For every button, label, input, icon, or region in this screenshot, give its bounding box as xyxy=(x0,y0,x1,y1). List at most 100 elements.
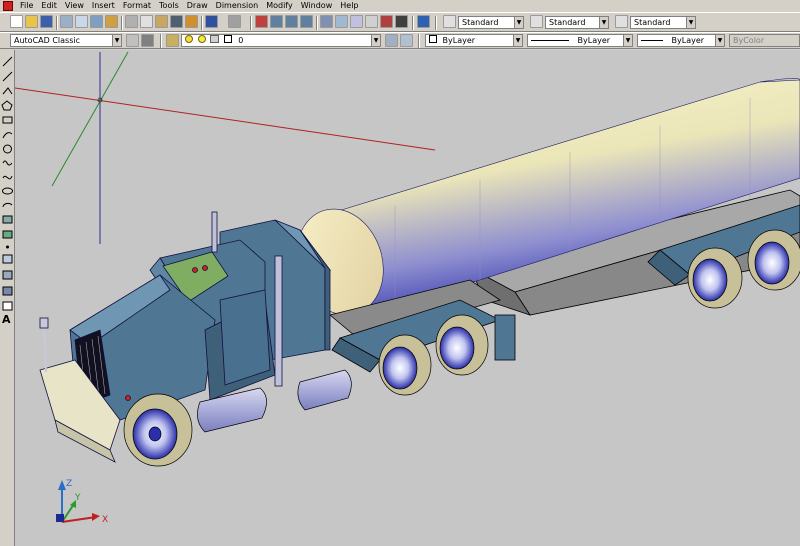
chevron-down-icon[interactable]: ▼ xyxy=(371,35,380,46)
toolbar-separator xyxy=(412,16,414,30)
properties-icon[interactable] xyxy=(320,15,333,28)
sheet-set-manager-icon[interactable] xyxy=(365,15,378,28)
lineweight-select[interactable]: ByLayer ▼ xyxy=(637,34,725,47)
current-layer-value: 0 xyxy=(238,36,244,45)
region-icon xyxy=(2,286,13,296)
menu-edit[interactable]: Edit xyxy=(37,0,61,12)
line-icon xyxy=(2,56,13,67)
multiline-text-icon[interactable]: A xyxy=(2,314,13,325)
workspace-settings-icon[interactable] xyxy=(126,34,139,47)
polygon-icon xyxy=(1,100,13,111)
draw-toolbar: A xyxy=(0,50,15,546)
drawing-viewport[interactable]: Z X Y xyxy=(15,50,800,546)
chevron-down-icon[interactable]: ▼ xyxy=(623,35,632,46)
layer-manager-icon[interactable] xyxy=(166,34,179,47)
cut-icon[interactable] xyxy=(125,15,138,28)
layer-on-icon xyxy=(185,35,193,43)
menu-format[interactable]: Format xyxy=(119,0,155,12)
chevron-down-icon[interactable]: ▼ xyxy=(715,35,724,46)
menu-draw[interactable]: Draw xyxy=(183,0,212,12)
dimension-style-icon[interactable] xyxy=(530,15,543,28)
undo-icon[interactable] xyxy=(205,15,218,28)
zoom-window-icon[interactable] xyxy=(285,15,298,28)
construction-line-icon xyxy=(2,71,13,82)
block-editor-icon[interactable] xyxy=(185,15,198,28)
text-style-icon[interactable] xyxy=(443,15,456,28)
chevron-down-icon[interactable]: ▼ xyxy=(686,17,695,28)
plot-preview-icon[interactable] xyxy=(75,15,88,28)
ellipse-arc-icon xyxy=(2,202,13,208)
standard-toolbar: Standard ▼ Standard ▼ Standard ▼ xyxy=(0,12,800,32)
toolbar-separator xyxy=(201,16,203,30)
layer-lock-icon xyxy=(210,35,220,43)
menu-dimension[interactable]: Dimension xyxy=(212,0,263,12)
toolbar-separator xyxy=(316,16,318,30)
open-folder-icon[interactable] xyxy=(25,15,38,28)
table-icon xyxy=(2,301,13,311)
copy-icon[interactable] xyxy=(140,15,153,28)
publish-icon[interactable] xyxy=(90,15,103,28)
toolbar-separator xyxy=(56,16,58,30)
workspace-select[interactable]: AutoCAD Classic ▼ xyxy=(10,34,122,47)
spline-icon xyxy=(2,175,13,180)
model-space-drawing: Z X Y xyxy=(15,51,800,525)
dimension-style-select[interactable]: Standard ▼ xyxy=(545,16,609,29)
chevron-down-icon[interactable]: ▼ xyxy=(112,35,121,46)
new-file-icon[interactable] xyxy=(10,15,23,28)
layer-previous-icon[interactable] xyxy=(400,34,413,47)
paste-icon[interactable] xyxy=(155,15,168,28)
autocad-app-icon[interactable] xyxy=(3,1,13,11)
help-icon[interactable] xyxy=(417,15,430,28)
ucs-icon: Z X Y xyxy=(56,479,108,525)
3d-dwf-icon[interactable] xyxy=(105,15,118,28)
redo-icon[interactable] xyxy=(228,15,241,28)
chevron-down-icon[interactable]: ▼ xyxy=(514,17,523,28)
save-icon[interactable] xyxy=(40,15,53,28)
chevron-down-icon[interactable]: ▼ xyxy=(599,17,608,28)
ucs-x-label: X xyxy=(102,515,108,525)
text-style-select[interactable]: Standard ▼ xyxy=(458,16,524,29)
arc-icon xyxy=(2,132,13,139)
table-style-select[interactable]: Standard ▼ xyxy=(630,16,696,29)
menu-insert[interactable]: Insert xyxy=(88,0,119,12)
plotstyle-select: ByColor xyxy=(729,34,800,47)
my-workspace-icon[interactable] xyxy=(141,34,154,47)
workspace-value: AutoCAD Classic xyxy=(14,36,81,45)
plot-icon[interactable] xyxy=(60,15,73,28)
hatch-icon xyxy=(2,254,13,264)
match-properties-icon[interactable] xyxy=(170,15,183,28)
pan-icon[interactable] xyxy=(255,15,268,28)
menu-tools[interactable]: Tools xyxy=(155,0,183,12)
zoom-realtime-icon[interactable] xyxy=(270,15,283,28)
chevron-down-icon[interactable]: ▼ xyxy=(513,35,522,46)
ucs-y-label: Y xyxy=(74,493,81,503)
layer-select[interactable]: 0 ▼ xyxy=(181,34,381,47)
menu-help[interactable]: Help xyxy=(336,0,362,12)
toolbar-separator xyxy=(418,34,420,48)
lineweight-value: ByLayer xyxy=(671,36,705,45)
toolbar-separator xyxy=(121,16,123,30)
linetype-select[interactable]: ByLayer ▼ xyxy=(527,34,633,47)
zoom-previous-icon[interactable] xyxy=(300,15,313,28)
circle-icon xyxy=(3,144,12,154)
toolbar-separator xyxy=(160,34,162,48)
design-center-icon[interactable] xyxy=(335,15,348,28)
table-style-icon[interactable] xyxy=(615,15,628,28)
menu-view[interactable]: View xyxy=(61,0,88,12)
color-value: ByLayer xyxy=(442,36,476,45)
toolbar-separator xyxy=(435,16,437,30)
revision-cloud-icon xyxy=(2,160,13,166)
toolbar-separator xyxy=(250,16,252,30)
draw-toolbar-icons xyxy=(1,56,13,311)
color-select[interactable]: ByLayer ▼ xyxy=(425,34,523,47)
quickcalc-icon[interactable] xyxy=(395,15,408,28)
menu-modify[interactable]: Modify xyxy=(262,0,297,12)
markup-set-manager-icon[interactable] xyxy=(380,15,393,28)
gradient-icon xyxy=(2,270,13,280)
make-object-layer-current-icon[interactable] xyxy=(385,34,398,47)
ucs-z-label: Z xyxy=(66,479,72,489)
linetype-preview xyxy=(531,40,569,41)
menu-file[interactable]: File xyxy=(16,0,37,12)
menu-window[interactable]: Window xyxy=(297,0,337,12)
tool-palettes-icon[interactable] xyxy=(350,15,363,28)
